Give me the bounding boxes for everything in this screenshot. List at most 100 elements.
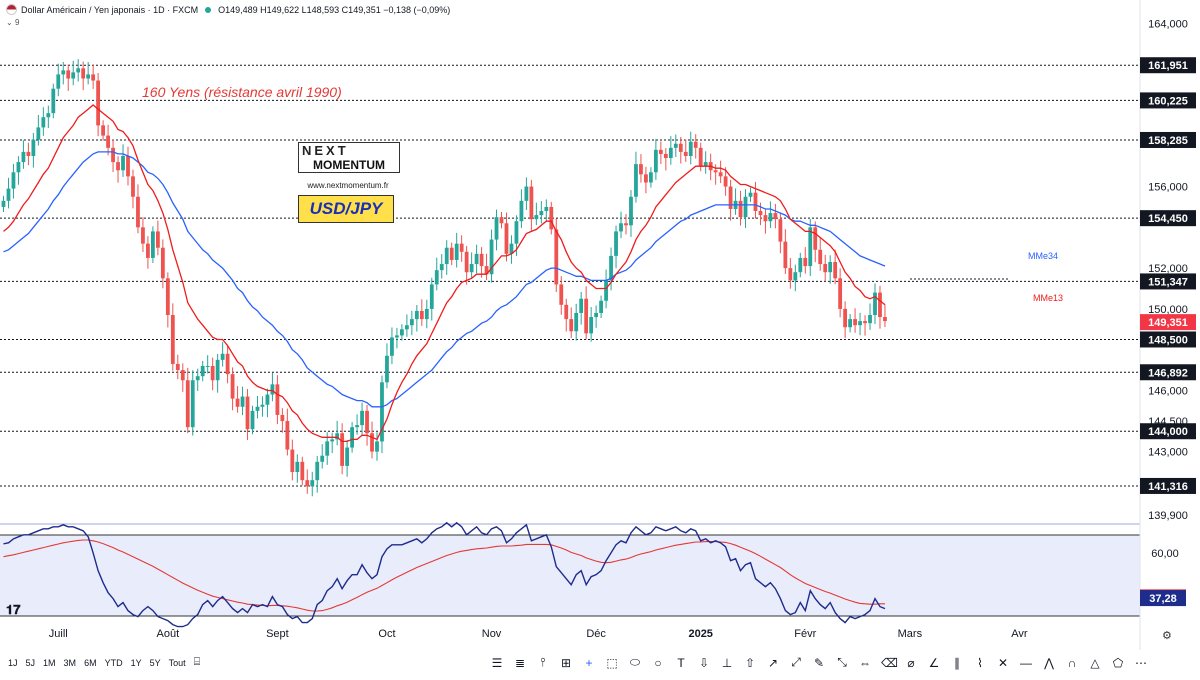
- candle-up: [524, 186, 529, 201]
- measure-tool-icon[interactable]: ⊥: [720, 656, 734, 670]
- tradingview-logo-icon[interactable]: 𝟏𝟕: [6, 602, 20, 618]
- candle-up: [320, 455, 325, 462]
- next-momentum-logo: NEXT MOMENTUM: [298, 142, 400, 173]
- candle-down: [554, 229, 559, 285]
- candle-up: [395, 335, 399, 338]
- candle-down: [275, 384, 280, 415]
- arrow-up-tool-icon[interactable]: ⇧: [743, 656, 757, 670]
- candle-down: [170, 315, 175, 364]
- candle-down: [863, 321, 867, 324]
- chart-canvas[interactable]: 161,951 160,225 158,285 154,450 151,347 148,5…: [0, 0, 1200, 675]
- candle-down: [753, 192, 758, 212]
- timeframe-button[interactable]: 6M: [80, 658, 101, 668]
- level-label: 161,951: [1148, 60, 1188, 72]
- calendar-range-icon[interactable]: ⌸: [190, 656, 201, 669]
- channel-tool-icon[interactable]: ⊞: [559, 656, 573, 670]
- candle-down: [639, 164, 643, 175]
- candle-up: [200, 365, 205, 377]
- parallel-tool-icon[interactable]: ∥: [950, 656, 964, 670]
- candle-down: [165, 278, 170, 316]
- indicator-count: 9: [14, 18, 20, 27]
- candle-up: [325, 441, 330, 456]
- eraser-tool-icon[interactable]: ⌫: [881, 656, 898, 670]
- angle-tool-icon[interactable]: ∠: [927, 656, 941, 670]
- candle-down: [340, 433, 345, 466]
- trend-arrow-icon[interactable]: ↗: [766, 656, 780, 670]
- time-axis-label: Sept: [266, 628, 289, 640]
- candle-up: [330, 439, 335, 442]
- candle-down: [569, 319, 574, 332]
- candle-down: [549, 206, 554, 230]
- candle-up: [444, 247, 449, 265]
- polyline-tool-icon[interactable]: ⌇: [973, 656, 987, 670]
- candle-up: [544, 206, 549, 212]
- candle-up: [310, 480, 315, 487]
- text-tool-icon[interactable]: T: [674, 656, 688, 670]
- ohlc-tool-icon[interactable]: ⫯: [536, 655, 550, 670]
- price-axis[interactable]: 161,951 160,225 158,285 154,450 151,347 148,5…: [1140, 18, 1196, 522]
- candle-down: [758, 211, 763, 216]
- fib-tool-icon[interactable]: ≣: [513, 656, 527, 670]
- timeframe-button[interactable]: 1M: [39, 658, 60, 668]
- candle-down: [225, 353, 230, 375]
- candle-down: [838, 278, 843, 309]
- level-label: 158,285: [1148, 135, 1188, 147]
- candle-up: [260, 404, 265, 407]
- symbol-legend[interactable]: Dollar Américain / Yen japonais · 1D · F…: [6, 4, 450, 15]
- rectangle-tool-icon[interactable]: ⬚: [605, 656, 619, 670]
- candle-up: [205, 365, 210, 367]
- horizontal-line-icon[interactable]: —: [1019, 656, 1033, 670]
- timeframe-button[interactable]: 5Y: [146, 658, 165, 668]
- candle-up: [589, 317, 594, 334]
- chart-root[interactable]: 161,951 160,225 158,285 154,450 151,347 148,5…: [0, 0, 1200, 675]
- candle-down: [713, 170, 718, 173]
- candle-down: [479, 253, 484, 267]
- path-tool-icon[interactable]: ⤡: [835, 655, 849, 670]
- candle-down: [126, 155, 130, 177]
- level-label: 154,450: [1148, 213, 1188, 225]
- ellipse-tool-icon[interactable]: ⬭: [628, 655, 642, 670]
- candle-up: [579, 298, 584, 313]
- pen-tool-icon[interactable]: ✎: [812, 656, 826, 670]
- crosshair-icon[interactable]: +: [582, 656, 596, 670]
- candle-down: [160, 247, 165, 279]
- indicator-collapse[interactable]: ⌄ 9: [6, 18, 19, 27]
- arrow-down-tool-icon[interactable]: ⇩: [697, 656, 711, 670]
- candle-down: [783, 241, 788, 269]
- rsi-value-tag: 37,28: [1149, 593, 1177, 605]
- timeframe-button[interactable]: Tout: [165, 658, 190, 668]
- timeframe-button[interactable]: 5J: [22, 658, 40, 668]
- gear-icon[interactable]: ⚙: [1162, 629, 1172, 642]
- circle-tool-icon[interactable]: ○: [651, 656, 665, 670]
- time-axis-label: Févr: [794, 628, 816, 640]
- candle-up: [434, 270, 439, 285]
- rsi-tick-label: 60,00: [1151, 548, 1179, 560]
- timeframe-button[interactable]: 3M: [60, 658, 81, 668]
- ray-tool-icon[interactable]: ⤢: [789, 655, 803, 670]
- triangle-tool-icon[interactable]: △: [1088, 656, 1102, 670]
- symbol-title[interactable]: Dollar Américain / Yen japonais · 1D · F…: [21, 5, 198, 15]
- candle-down: [106, 135, 110, 148]
- candle-down: [91, 74, 96, 81]
- date-range-icon[interactable]: ⇔: [858, 656, 872, 670]
- candle-up: [469, 264, 474, 273]
- timeframe-button[interactable]: YTD: [101, 658, 127, 668]
- magnet-tool-icon[interactable]: ∩: [1065, 656, 1079, 670]
- candle-down: [788, 268, 793, 281]
- timeframe-button[interactable]: 1Y: [127, 658, 146, 668]
- shape-tool-icon[interactable]: ⬠: [1111, 656, 1125, 670]
- cross-line-icon[interactable]: ✕: [996, 656, 1010, 670]
- lines-tool-icon[interactable]: ☰: [490, 656, 504, 670]
- level-label: 141,316: [1148, 481, 1188, 493]
- candle-up: [614, 231, 618, 256]
- candle-down: [155, 231, 160, 248]
- time-axis-label: Avr: [1011, 628, 1028, 640]
- brush-tool-icon[interactable]: ⌀: [904, 656, 918, 670]
- xabcd-tool-icon[interactable]: ⋀: [1042, 656, 1056, 670]
- candle-up: [355, 425, 359, 428]
- timeframe-button[interactable]: 1J: [4, 658, 22, 668]
- candle-down: [624, 223, 628, 226]
- candle-up: [629, 196, 633, 226]
- candle-up: [858, 321, 862, 326]
- more-tools-icon[interactable]: ⋯: [1134, 656, 1148, 670]
